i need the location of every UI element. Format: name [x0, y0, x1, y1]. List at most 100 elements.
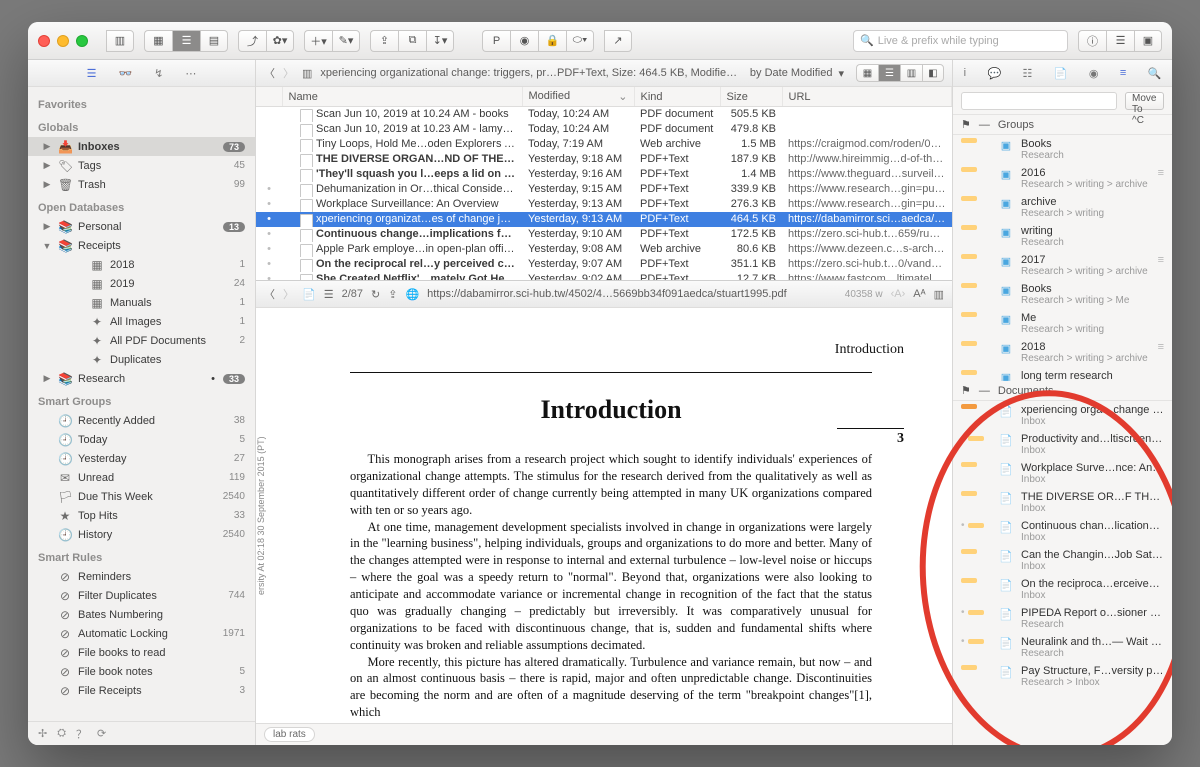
table-row[interactable]: •Workplace Surveillance: An OverviewYest…: [256, 197, 952, 212]
sidebar-item[interactable]: ▼📚Receipts: [28, 236, 255, 255]
insp-tab-search-icon[interactable]: 🔍: [1148, 67, 1162, 80]
sb-view-import-icon[interactable]: ↯: [154, 67, 163, 80]
pv-rotate-icon[interactable]: ↻: [371, 288, 380, 301]
table-row[interactable]: •xperiencing organizat…es of change jour…: [256, 212, 952, 227]
flag-icon[interactable]: ⚑: [961, 384, 971, 397]
table-row[interactable]: •Apple Park employe…in open-plan offices…: [256, 242, 952, 257]
list-item[interactable]: ▣2017Research > writing > archive≡: [953, 251, 1172, 280]
list-item[interactable]: ▣archiveResearch > writing: [953, 193, 1172, 222]
list-item[interactable]: ▣2016Research > writing > archive≡: [953, 164, 1172, 193]
inspector-documents[interactable]: 📄xperiencing orga…change journeysInbox•📄…: [953, 401, 1172, 745]
action-menu[interactable]: ✿▾: [266, 30, 294, 52]
new-group[interactable]: ✎▾: [332, 30, 360, 52]
label[interactable]: ⬭▾: [566, 30, 594, 52]
pv-columns-icon[interactable]: ▥: [934, 288, 944, 301]
table-row[interactable]: Scan Jun 10, 2019 at 10.24 AM - booksTod…: [256, 107, 952, 122]
pv-share-icon[interactable]: ⇪: [388, 288, 397, 301]
inspector-toggle[interactable]: ☰: [1106, 30, 1134, 52]
sidebar-item[interactable]: ⊘File Receipts3: [28, 681, 255, 700]
sb-view-navigate-icon[interactable]: ☰: [87, 67, 97, 80]
list-item[interactable]: •📄PIPEDA Report o…sioner of CanadaResear…: [953, 604, 1172, 633]
inspector-groups[interactable]: ▣BooksResearch▣2016Research > writing > …: [953, 135, 1172, 381]
new-button[interactable]: ✢: [38, 727, 47, 740]
pv-font-icon[interactable]: Aᴬ: [913, 288, 925, 300]
list-item[interactable]: 📄Pay Structure, F…versity professorsRese…: [953, 662, 1172, 691]
pv-back-icon[interactable]: 〈: [264, 286, 275, 302]
list-item[interactable]: 📄xperiencing orga…change journeysInbox: [953, 401, 1172, 430]
viewchip-grid-icon[interactable]: ▦: [856, 64, 878, 82]
flag[interactable]: P: [482, 30, 510, 52]
list-item[interactable]: •📄Neuralink and th…— Wait But WhyResearc…: [953, 633, 1172, 662]
unread[interactable]: ◉: [510, 30, 538, 52]
global-search[interactable]: 🔍 Live & prefix while typing: [853, 30, 1068, 52]
sidebar-item[interactable]: ▶📚Research•33: [28, 369, 255, 388]
sidebar-item[interactable]: ⊘File book notes5: [28, 662, 255, 681]
list-item[interactable]: ▣MeResearch > writing: [953, 309, 1172, 338]
sidebar-item[interactable]: ⊘Filter Duplicates744: [28, 586, 255, 605]
sidebar-item[interactable]: ⊘Reminders: [28, 567, 255, 586]
sidebar-item[interactable]: ▦20181: [28, 255, 255, 274]
list-item[interactable]: ▣BooksResearch: [953, 135, 1172, 164]
list-item[interactable]: 📄On the reciproca…erceived control?Inbox: [953, 575, 1172, 604]
sync-icon[interactable]: ⟳: [97, 727, 106, 740]
preview-url[interactable]: https://dabamirror.sci-hub.tw/4502/4…566…: [427, 288, 837, 300]
tag-chip[interactable]: lab rats: [264, 727, 315, 742]
sidebar-item[interactable]: ▶🏷Tags45: [28, 156, 255, 175]
viewchip-cols-icon[interactable]: ▥: [900, 64, 922, 82]
insp-tab-doc-icon[interactable]: 📄: [1054, 67, 1068, 80]
zoom-window[interactable]: [76, 35, 88, 47]
action-share[interactable]: ⤴︎: [238, 30, 266, 52]
viewchip-list-icon[interactable]: ☰: [878, 64, 900, 82]
col-header[interactable]: [256, 87, 282, 107]
table-row[interactable]: 'They'll squash you l…eeps a lid on leak…: [256, 167, 952, 182]
col-header[interactable]: Kind: [634, 87, 720, 107]
col-header[interactable]: URL: [782, 87, 952, 107]
open-external[interactable]: ↗︎: [604, 30, 632, 52]
lock[interactable]: 🔒: [538, 30, 566, 52]
tag-bar[interactable]: lab rats: [256, 723, 952, 745]
table-row[interactable]: THE DIVERSE ORGAN…ND OF THE RAINBOWYeste…: [256, 152, 952, 167]
sidebar-item[interactable]: ⊘Automatic Locking1971: [28, 624, 255, 643]
list-item[interactable]: •📄Continuous chan…lications for HRDInbox: [953, 517, 1172, 546]
sidebar-item[interactable]: 🕘History2540: [28, 525, 255, 544]
sidebar-item[interactable]: ▦Manuals1: [28, 293, 255, 312]
sidebar-item[interactable]: ▦201924: [28, 274, 255, 293]
move-to-button[interactable]: Move To ^C: [1125, 92, 1164, 110]
pv-page-icon[interactable]: 📄: [302, 288, 316, 301]
info[interactable]: ⓘ: [1078, 30, 1106, 52]
document-preview[interactable]: ersity At 02:18 30 September 2015 (PT) I…: [256, 308, 952, 723]
table-row[interactable]: •On the reciprocal rel…y perceived contr…: [256, 257, 952, 272]
insp-tab-mark-icon[interactable]: ◉: [1089, 67, 1099, 80]
sidebar-item[interactable]: ✦All Images1: [28, 312, 255, 331]
list-item[interactable]: •📄Productivity and…ltiscreen displaysInb…: [953, 430, 1172, 459]
view-icons[interactable]: ▦: [144, 30, 172, 52]
sidebar-item[interactable]: ⊘Bates Numbering: [28, 605, 255, 624]
col-header[interactable]: Modified ⌄: [522, 87, 634, 107]
flag-icon[interactable]: ⚑: [961, 118, 971, 131]
sb-view-reading-icon[interactable]: 👓: [118, 67, 132, 80]
list-item[interactable]: 📄Can the Changin…Job Satisfaction?Inbox: [953, 546, 1172, 575]
sidebar-item[interactable]: 🏳︎Due This Week2540: [28, 487, 255, 506]
insp-tab-concordance-icon[interactable]: ≡: [1120, 67, 1126, 79]
list-item[interactable]: 📄THE DIVERSE OR…F THE RAINBOWInbox: [953, 488, 1172, 517]
move-to[interactable]: ⇪: [370, 30, 398, 52]
sidebar-item[interactable]: ⊘File books to read: [28, 643, 255, 662]
sidebar-item[interactable]: ✉︎Unread119: [28, 468, 255, 487]
insp-tab-info-icon[interactable]: i: [964, 67, 966, 79]
sidebar-list[interactable]: FavoritesGlobals▶📥Inboxes73▶🏷Tags45▶🗑Tra…: [28, 87, 255, 721]
pv-fwd-icon[interactable]: 〉: [283, 286, 294, 302]
nav-fwd-icon[interactable]: 〉: [283, 65, 294, 81]
insp-tab-toc-icon[interactable]: ☷: [1023, 67, 1033, 80]
duplicate[interactable]: ⧉: [398, 30, 426, 52]
minus-icon[interactable]: —: [979, 385, 990, 397]
sidebar-item[interactable]: ✦Duplicates: [28, 350, 255, 369]
nav-back-icon[interactable]: 〈: [264, 65, 275, 81]
sidebar-item[interactable]: 🕘Recently Added38: [28, 411, 255, 430]
minimize-window[interactable]: [57, 35, 69, 47]
list-item[interactable]: ▣BooksResearch > writing > Me: [953, 280, 1172, 309]
list-item[interactable]: ▣2018Research > writing > archive≡: [953, 338, 1172, 367]
view-columns[interactable]: ▤: [200, 30, 228, 52]
sb-view-extras-icon[interactable]: ⋯: [185, 67, 196, 80]
sort-menu[interactable]: by Date Modified ▾: [750, 67, 844, 80]
pv-text-icon[interactable]: ‹A›: [891, 288, 906, 300]
